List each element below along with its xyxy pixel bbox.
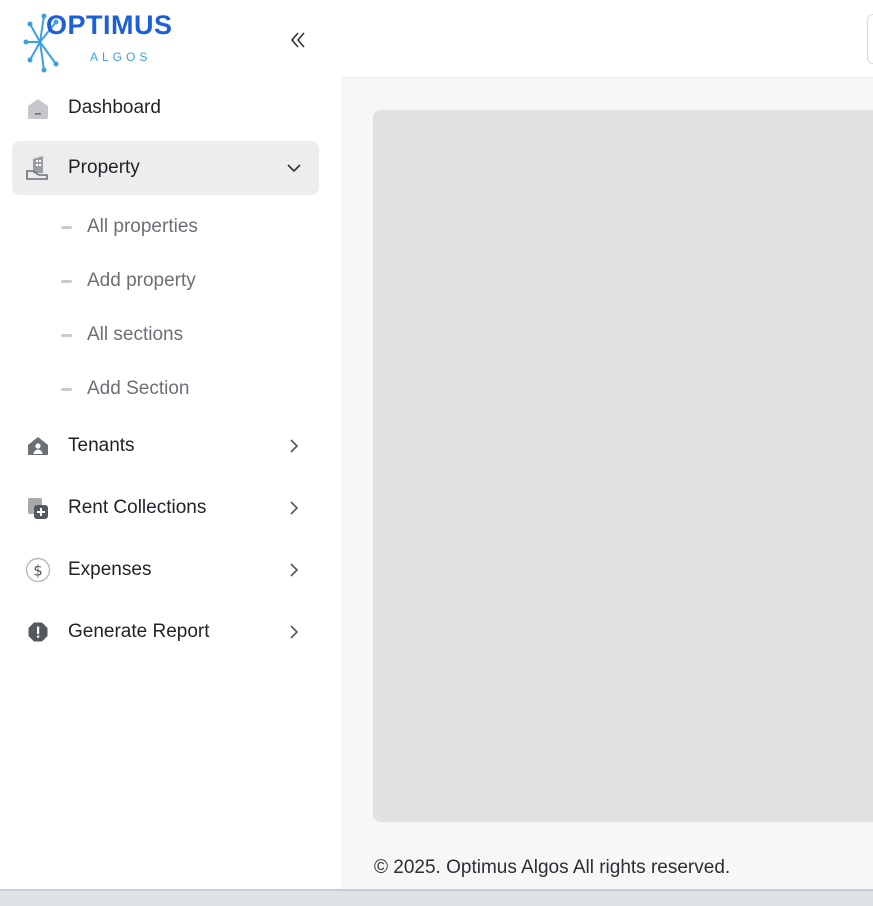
building-icon [25, 155, 51, 181]
sidebar-item-label: Expenses [68, 559, 152, 580]
dollar-icon: $ [25, 557, 51, 583]
dash-bullet [61, 387, 72, 391]
brand-tagline: ALGOS [90, 50, 152, 64]
sidebar-item-label: Property [68, 157, 140, 178]
brand-logo[interactable]: OPTIMUS ALGOS [22, 8, 187, 76]
submenu-item-all-sections[interactable]: All sections [56, 315, 306, 355]
sidebar-item-label: Generate Report [68, 621, 210, 642]
collapse-sidebar-button[interactable] [284, 26, 312, 54]
report-alert-icon [25, 619, 51, 645]
sidebar-item-property[interactable]: Property [12, 141, 319, 195]
sidebar: OPTIMUS ALGOS Dashboard Property All pro… [0, 0, 341, 889]
dash-bullet [61, 279, 72, 283]
os-taskbar [0, 889, 873, 906]
home-icon [25, 95, 51, 121]
brand-name: OPTIMUS [46, 10, 173, 40]
content-placeholder [373, 110, 873, 822]
chevron-right-icon [285, 561, 303, 579]
header-control[interactable] [867, 14, 873, 64]
footer-copyright: © 2025. Optimus Algos All rights reserve… [374, 857, 731, 878]
tenant-house-icon [25, 433, 51, 459]
chevron-right-icon [285, 623, 303, 641]
sidebar-item-label: Tenants [68, 435, 135, 456]
submenu-item-add-section[interactable]: Add Section [56, 369, 306, 409]
chevron-right-icon [285, 499, 303, 517]
sidebar-item-dashboard[interactable]: Dashboard [12, 81, 319, 135]
dash-bullet [61, 225, 72, 229]
submenu-item-all-properties[interactable]: All properties [56, 207, 306, 247]
sidebar-item-expenses[interactable]: $ Expenses [12, 543, 319, 597]
sidebar-item-label: Rent Collections [68, 497, 207, 518]
double-chevron-left-icon [290, 32, 305, 48]
submenu-item-label: All sections [87, 324, 184, 345]
svg-text:$: $ [33, 562, 43, 580]
submenu-item-add-property[interactable]: Add property [56, 261, 306, 301]
sidebar-item-tenants[interactable]: Tenants [12, 419, 319, 473]
submenu-item-label: Add Section [87, 378, 190, 399]
dash-bullet [61, 333, 72, 337]
chevron-right-icon [285, 437, 303, 455]
rent-collection-icon [25, 495, 51, 521]
sidebar-item-label: Dashboard [68, 97, 161, 118]
submenu-item-label: Add property [87, 270, 196, 291]
top-header [341, 0, 873, 78]
chevron-down-icon [285, 159, 303, 177]
sidebar-item-rent-collections[interactable]: Rent Collections [12, 481, 319, 535]
sidebar-item-generate-report[interactable]: Generate Report [12, 605, 319, 659]
submenu-item-label: All properties [87, 216, 198, 237]
